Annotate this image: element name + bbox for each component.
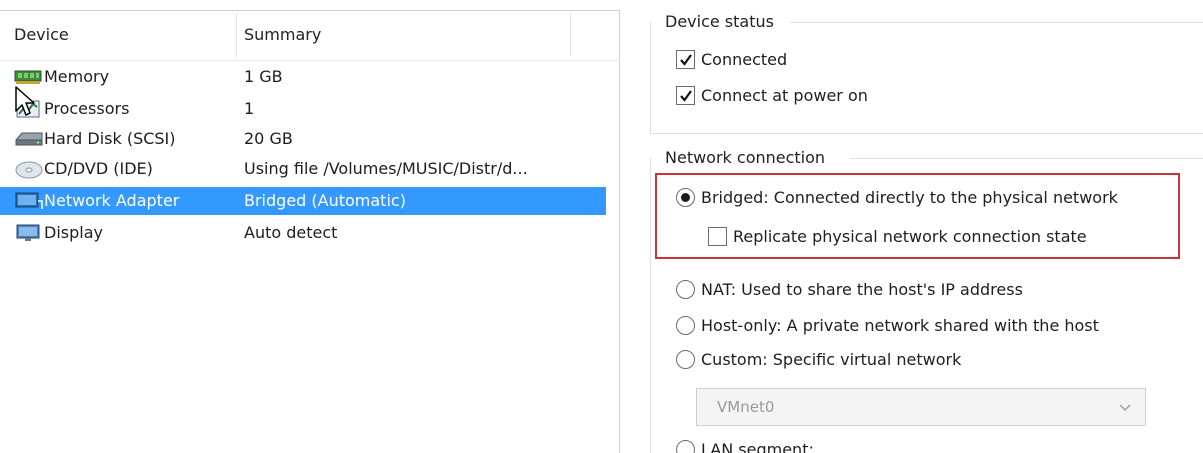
connect-at-power-on-checkbox[interactable] [676, 86, 695, 105]
device-summary: 1 GB [244, 67, 283, 86]
replicate-option[interactable]: Replicate physical network connection st… [708, 227, 1087, 246]
nat-option[interactable]: NAT: Used to share the host's IP address [676, 280, 1023, 299]
nat-label: NAT: Used to share the host's IP address [701, 280, 1023, 299]
device-summary: 1 [244, 99, 255, 118]
bridged-option[interactable]: Bridged: Connected directly to the physi… [676, 188, 1118, 207]
custom-option[interactable]: Custom: Specific virtual network [676, 350, 961, 369]
host-only-label: Host-only: A private network shared with… [701, 316, 1099, 335]
device-name: CD/DVD (IDE) [44, 159, 153, 178]
device-status-frame-bottom [650, 133, 1203, 134]
device-row-cd-dvd[interactable]: CD/DVD (IDE) Using file /Volumes/MUSIC/D… [0, 155, 606, 183]
device-row-display[interactable]: Display Auto detect [0, 219, 606, 247]
device-list-panel: Device Summary Memory 1 GB Processors 1 … [0, 10, 620, 453]
display-icon [16, 224, 40, 241]
device-status-title: Device status [665, 12, 778, 31]
network-connection-frame-top [850, 158, 1203, 159]
mouse-cursor-icon [15, 86, 35, 116]
device-summary: 20 GB [244, 129, 293, 148]
summary-column-header[interactable]: Summary [244, 25, 321, 44]
custom-label: Custom: Specific virtual network [701, 350, 962, 369]
lan-segment-label: LAN segment: [701, 440, 814, 453]
device-name: Network Adapter [44, 191, 180, 210]
device-name: Display [44, 223, 103, 242]
network-adapter-icon [15, 192, 43, 209]
device-row-memory[interactable]: Memory 1 GB [0, 63, 606, 91]
bridged-label: Bridged: Connected directly to the physi… [701, 188, 1118, 207]
lan-segment-radio[interactable] [676, 440, 695, 453]
network-connection-title: Network connection [665, 148, 830, 167]
nat-radio[interactable] [676, 280, 695, 299]
connect-at-power-on-label: Connect at power on [701, 86, 868, 105]
device-summary: Using file /Volumes/MUSIC/Distr/d... [244, 159, 528, 178]
radio-dot [681, 193, 690, 202]
custom-network-value: VMnet0 [717, 398, 775, 416]
checkmark-icon [679, 89, 692, 102]
device-row-hard-disk[interactable]: Hard Disk (SCSI) 20 GB [0, 125, 606, 153]
host-only-option[interactable]: Host-only: A private network shared with… [676, 316, 1099, 335]
device-name: Processors [44, 99, 130, 118]
bridged-highlight-box [655, 173, 1180, 259]
device-status-frame-left [650, 22, 651, 134]
cd-dvd-icon [15, 161, 43, 179]
column-separator [570, 13, 571, 57]
hard-disk-icon [15, 132, 43, 146]
chevron-down-icon [1119, 404, 1131, 412]
connect-at-power-on-row[interactable]: Connect at power on [676, 86, 868, 105]
network-connection-frame-left [650, 158, 651, 453]
device-name: Hard Disk (SCSI) [44, 129, 176, 148]
connected-checkbox[interactable] [676, 50, 695, 69]
device-list-header: Device Summary [0, 11, 620, 61]
column-separator [236, 13, 237, 57]
connected-label: Connected [701, 50, 788, 69]
device-summary: Bridged (Automatic) [244, 191, 406, 210]
host-only-radio[interactable] [676, 316, 695, 335]
device-summary: Auto detect [244, 223, 338, 242]
custom-network-select[interactable]: VMnet0 [696, 388, 1146, 426]
device-row-processors[interactable]: Processors 1 [0, 95, 606, 123]
device-row-network-adapter[interactable]: Network Adapter Bridged (Automatic) [0, 187, 606, 215]
device-status-frame-top [790, 22, 1203, 23]
custom-radio[interactable] [676, 350, 695, 369]
memory-icon [14, 70, 42, 84]
lan-segment-option[interactable]: LAN segment: [676, 440, 814, 453]
bridged-radio[interactable] [676, 188, 695, 207]
connected-checkbox-row[interactable]: Connected [676, 50, 787, 69]
replicate-label: Replicate physical network connection st… [733, 227, 1087, 246]
replicate-checkbox[interactable] [708, 227, 727, 246]
checkmark-icon [679, 53, 692, 66]
device-name: Memory [44, 67, 110, 86]
device-column-header[interactable]: Device [14, 25, 69, 44]
